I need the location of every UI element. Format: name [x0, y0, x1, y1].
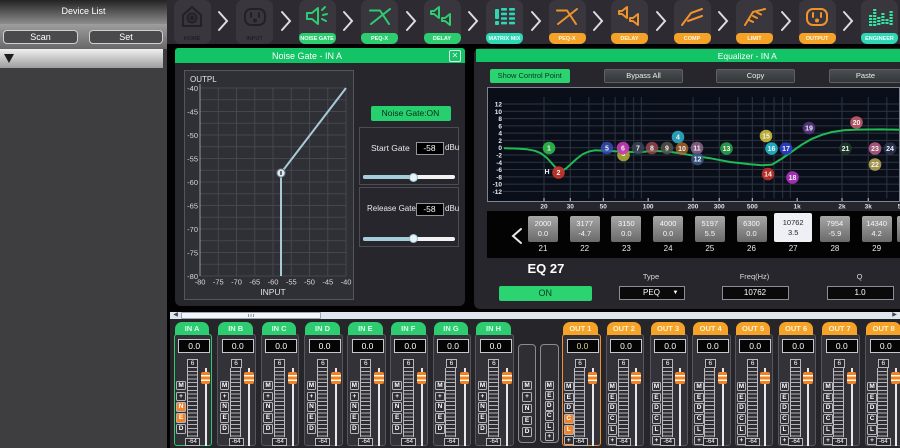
svg-text:-75: -75: [213, 278, 224, 287]
svg-text:17: 17: [782, 146, 790, 153]
svg-text:19: 19: [805, 126, 813, 133]
svg-text:10: 10: [678, 146, 686, 153]
svg-text:0: 0: [498, 145, 502, 152]
svg-text:500: 500: [747, 204, 758, 211]
svg-text:24: 24: [886, 146, 894, 153]
svg-text:30: 30: [567, 204, 575, 211]
svg-text:7: 7: [636, 146, 640, 153]
svg-text:1k: 1k: [794, 204, 802, 211]
svg-text:H: H: [544, 169, 549, 176]
svg-text:-60: -60: [268, 278, 279, 287]
svg-text:8: 8: [650, 146, 654, 153]
svg-text:-65: -65: [187, 202, 198, 211]
svg-text:2k: 2k: [838, 204, 846, 211]
svg-text:20: 20: [540, 204, 548, 211]
svg-text:-75: -75: [187, 249, 198, 258]
svg-text:-80: -80: [195, 278, 206, 287]
svg-text:-10: -10: [493, 182, 503, 189]
svg-text:9: 9: [665, 146, 669, 153]
svg-text:10: 10: [495, 109, 503, 116]
svg-text:21: 21: [842, 146, 850, 153]
svg-text:-8: -8: [496, 174, 502, 181]
svg-text:4: 4: [498, 131, 502, 138]
svg-text:1: 1: [547, 146, 551, 153]
svg-text:300: 300: [714, 204, 725, 211]
svg-text:-2: -2: [496, 152, 502, 159]
svg-text:100: 100: [643, 204, 654, 211]
svg-text:OUTPL: OUTPL: [190, 75, 217, 84]
svg-text:-45: -45: [322, 278, 333, 287]
svg-text:15: 15: [762, 134, 770, 141]
svg-text:-50: -50: [304, 278, 315, 287]
svg-text:-4: -4: [496, 160, 502, 167]
svg-text:-45: -45: [187, 108, 198, 117]
svg-text:6: 6: [621, 146, 625, 153]
svg-text:16: 16: [768, 146, 776, 153]
svg-text:200: 200: [688, 204, 699, 211]
svg-text:3k: 3k: [865, 204, 873, 211]
svg-text:14: 14: [764, 172, 772, 179]
svg-text:-12: -12: [493, 189, 503, 196]
svg-text:-40: -40: [187, 84, 198, 93]
svg-text:18: 18: [789, 175, 797, 182]
svg-text:-40: -40: [341, 278, 352, 287]
svg-text:8: 8: [498, 116, 502, 123]
svg-text:2: 2: [557, 170, 561, 177]
svg-text:20: 20: [853, 120, 861, 127]
svg-text:-60: -60: [187, 178, 198, 187]
svg-text:2: 2: [498, 138, 502, 145]
svg-text:-55: -55: [286, 278, 297, 287]
svg-text:11: 11: [693, 146, 701, 153]
svg-text:12: 12: [495, 102, 503, 109]
svg-text:-70: -70: [231, 278, 242, 287]
svg-text:12: 12: [694, 157, 702, 164]
svg-text:-6: -6: [496, 167, 502, 174]
svg-text:13: 13: [723, 146, 731, 153]
svg-text:-65: -65: [249, 278, 260, 287]
svg-text:4: 4: [676, 135, 680, 142]
svg-text:-50: -50: [187, 131, 198, 140]
svg-text:22: 22: [871, 162, 879, 169]
svg-text:-55: -55: [187, 155, 198, 164]
svg-text:5: 5: [605, 146, 609, 153]
svg-text:23: 23: [871, 146, 879, 153]
svg-text:50: 50: [600, 204, 608, 211]
svg-text:INPUT: INPUT: [260, 287, 286, 297]
svg-text:6: 6: [498, 123, 502, 130]
svg-text:-70: -70: [187, 225, 198, 234]
